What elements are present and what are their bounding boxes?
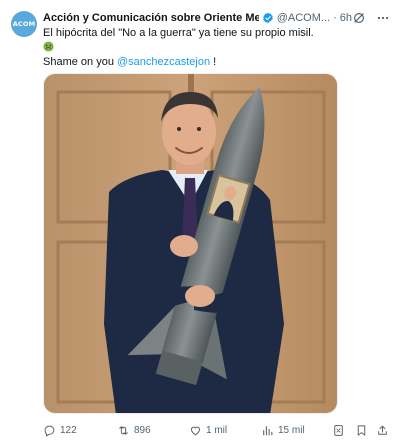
tweet-header: Acción y Comunicación sobre Oriente Medi… xyxy=(43,9,390,27)
reply-count: 122 xyxy=(60,424,77,436)
like-button[interactable]: 1 mil xyxy=(189,424,227,437)
views-icon xyxy=(263,425,273,435)
reply-icon xyxy=(44,425,55,436)
reply-button[interactable]: 122 xyxy=(43,424,77,437)
grok-action-button[interactable] xyxy=(332,424,345,437)
share-icon xyxy=(378,425,387,435)
grok-action-icon xyxy=(334,424,343,436)
text-prefix: Shame on you xyxy=(43,56,117,68)
bookmark-icon xyxy=(357,424,366,436)
verified-icon xyxy=(262,12,274,24)
separator-dot: · xyxy=(333,12,337,24)
retweet-button[interactable]: 896 xyxy=(117,424,151,437)
retweet-icon xyxy=(119,425,128,435)
like-count: 1 mil xyxy=(206,424,228,436)
timestamp[interactable]: 6h xyxy=(340,12,352,24)
more-icon[interactable] xyxy=(376,11,390,25)
share-button[interactable] xyxy=(376,424,389,437)
media-illustration xyxy=(44,74,337,413)
mention-link[interactable]: @sanchezcastejon xyxy=(117,56,210,68)
tweet[interactable]: ACOM Acción y Comunicación sobre Oriente… xyxy=(0,0,400,444)
views-count: 15 mil xyxy=(278,424,305,436)
avatar-text: ACOM xyxy=(12,20,36,28)
text-suffix: ! xyxy=(210,56,217,68)
views-button[interactable]: 15 mil xyxy=(261,424,305,437)
tweet-image[interactable] xyxy=(43,73,338,414)
emoji-line xyxy=(43,40,388,56)
tweet-text: El hipócrita del "No a la guerra" ya tie… xyxy=(43,27,388,69)
action-bar: 122 896 1 mil 15 mil xyxy=(43,422,390,438)
author-name[interactable]: Acción y Comunicación sobre Oriente Medi… xyxy=(43,12,259,24)
grok-icon[interactable] xyxy=(352,11,366,25)
bookmark-button[interactable] xyxy=(355,424,368,437)
nauseated-face-emoji-icon xyxy=(43,41,54,52)
avatar[interactable]: ACOM xyxy=(11,11,37,37)
heart-icon xyxy=(190,426,201,435)
retweet-count: 896 xyxy=(134,424,151,436)
text-line-3: Shame on you @sanchezcastejon ! xyxy=(43,56,388,69)
author-handle[interactable]: @ACOM... xyxy=(277,12,330,24)
text-line-1: El hipócrita del "No a la guerra" ya tie… xyxy=(43,27,314,39)
